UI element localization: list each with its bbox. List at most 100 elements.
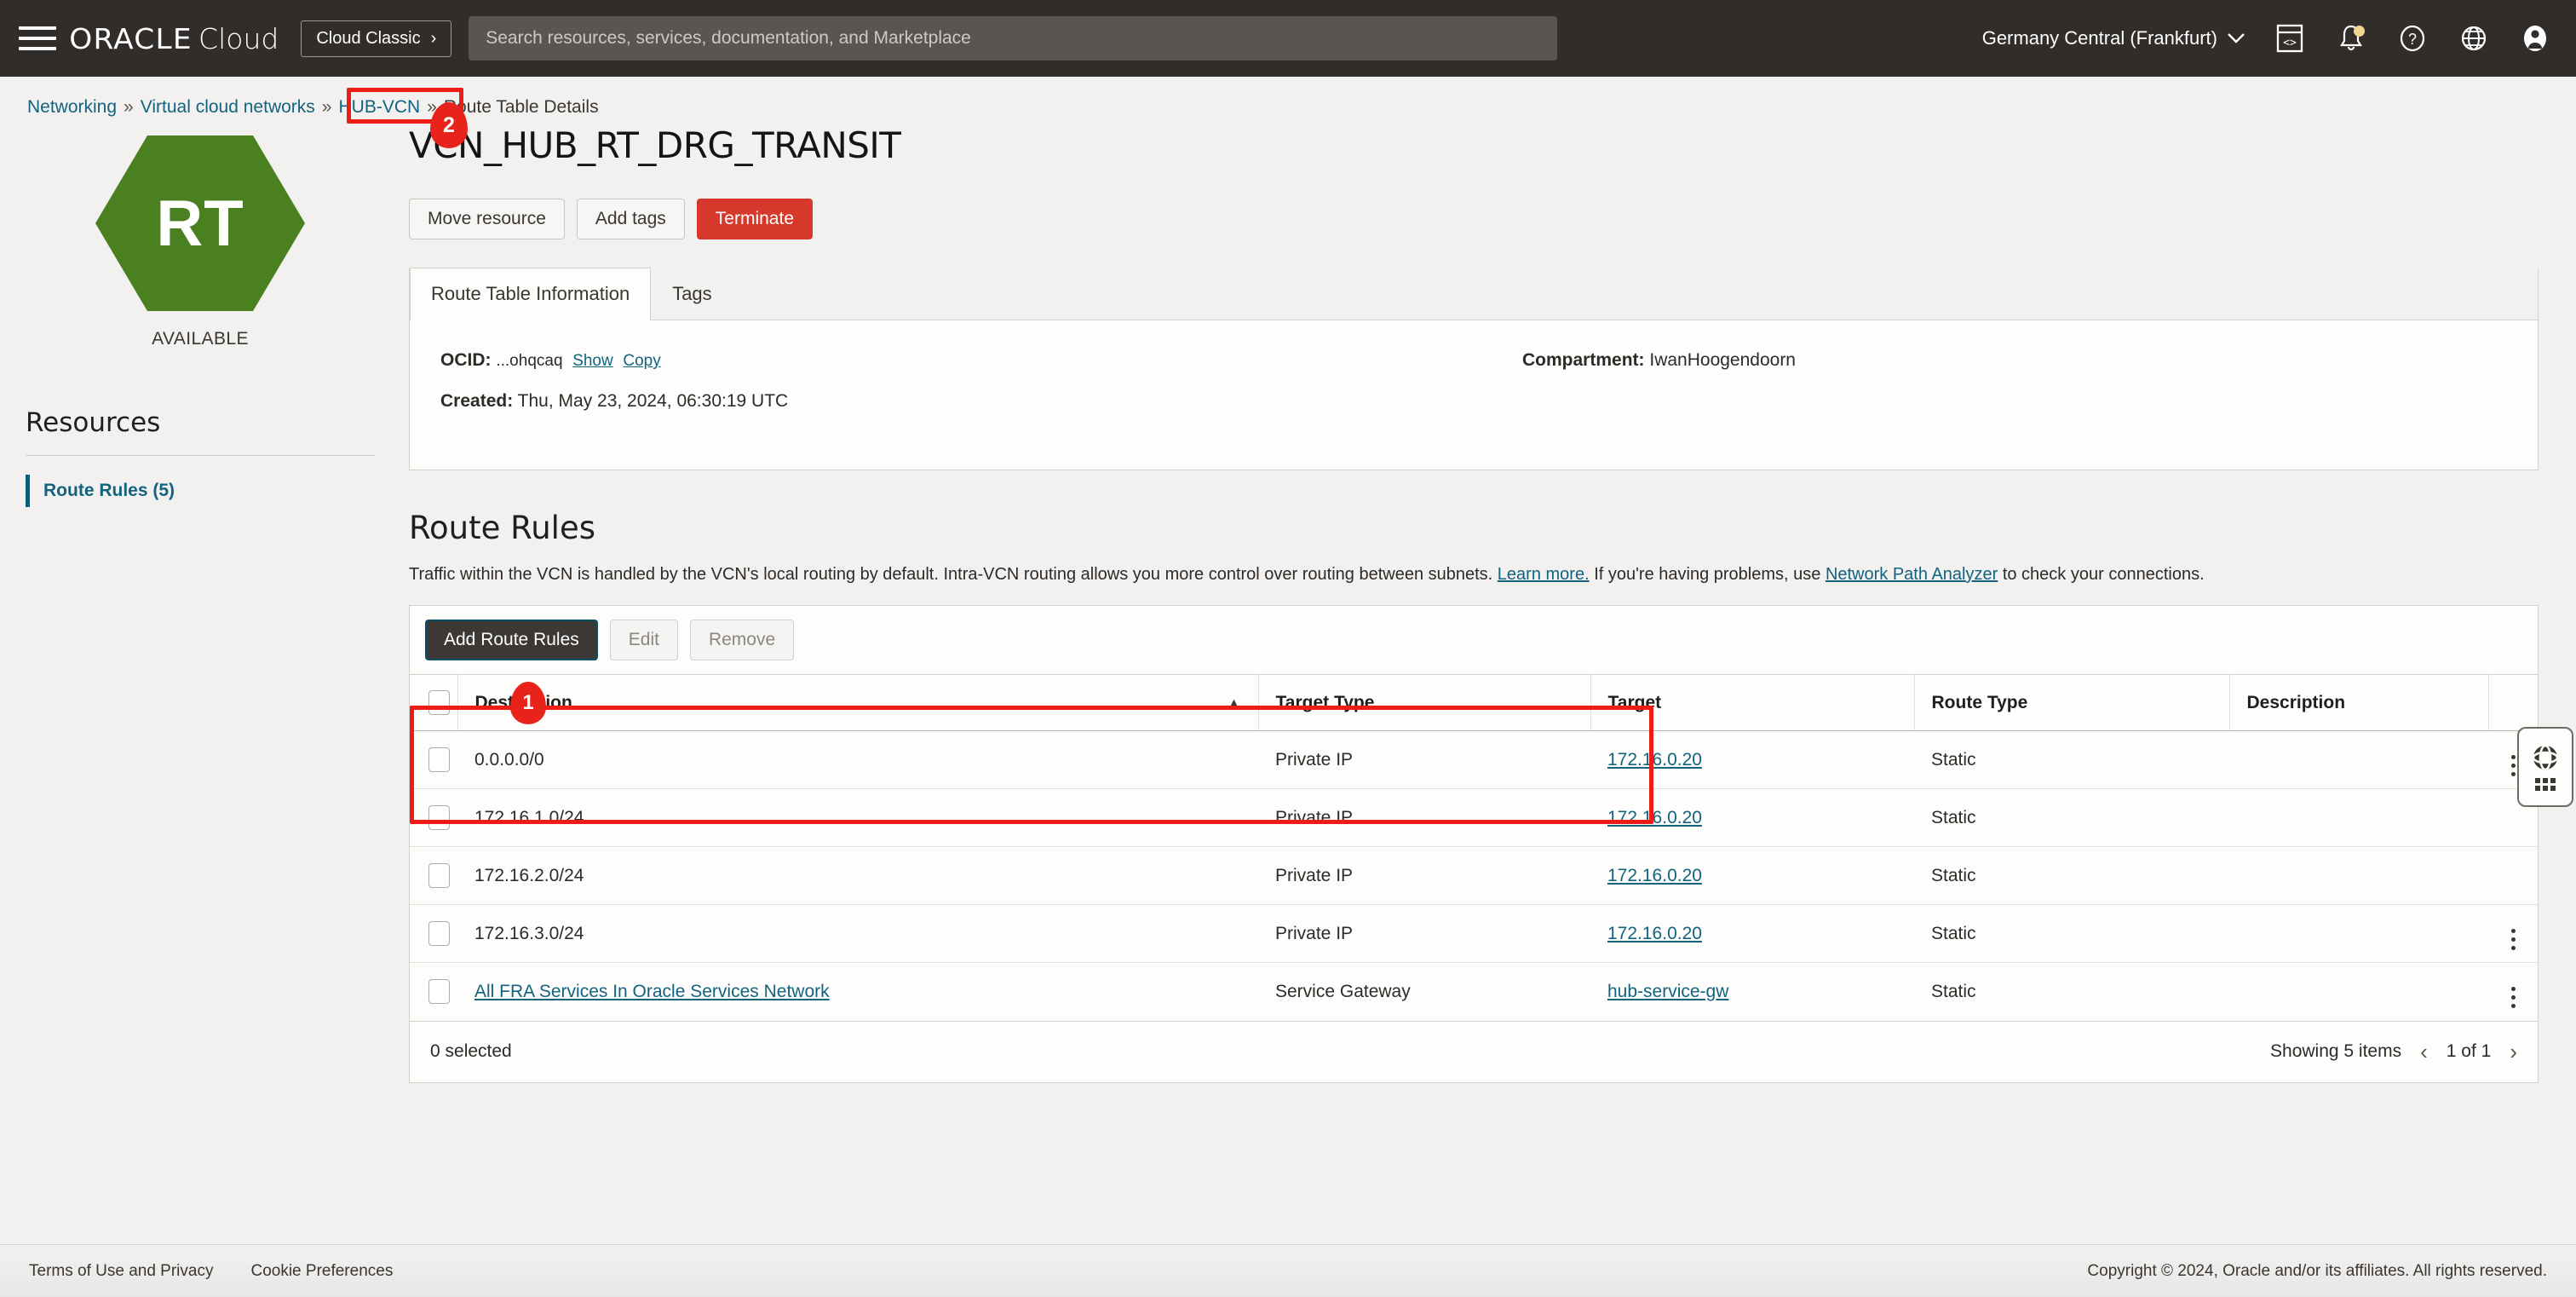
terminate-button[interactable]: Terminate [697,199,813,239]
breadcrumb-item-networking[interactable]: Networking [27,97,117,118]
route-rules-description: Traffic within the VCN is handled by the… [409,565,2539,585]
ocid-copy-link[interactable]: Copy [623,352,660,370]
user-avatar-icon[interactable] [2518,21,2552,55]
cell-destination: All FRA Services In Oracle Services Netw… [457,963,1258,1021]
target-link[interactable]: hub-service-gw [1607,982,1728,1001]
table-row[interactable]: 172.16.3.0/24 Private IP 172.16.0.20 Sta… [410,905,2538,963]
search-input[interactable] [486,28,1540,49]
top-bar-right-cluster: Germany Central (Frankfurt) <> ? [1982,21,2552,55]
table-toolbar: Add Route Rules Edit Remove [410,606,2538,674]
created-row: Created: Thu, May 23, 2024, 06:30:19 UTC [440,391,1522,412]
select-all-checkbox[interactable] [428,690,450,715]
row-select-cell [410,847,457,905]
target-link[interactable]: 172.16.0.20 [1607,750,1702,770]
oracle-cloud-logo[interactable]: ORACLE Cloud [72,22,279,55]
row-checkbox[interactable] [428,863,450,888]
previous-page-icon[interactable]: ‹ [2420,1039,2428,1065]
table-row[interactable]: 172.16.1.0/24 Private IP 172.16.0.20 Sta… [410,789,2538,847]
row-checkbox[interactable] [428,921,450,946]
cookie-preferences-link[interactable]: Cookie Preferences [250,1262,393,1281]
move-resource-button[interactable]: Move resource [409,199,565,239]
sort-ascending-icon: ▲ [1228,696,1241,712]
column-header-target[interactable]: Target [1590,675,1914,731]
row-checkbox[interactable] [428,805,450,830]
target-link[interactable]: 172.16.0.20 [1607,808,1702,827]
cell-target: hub-service-gw [1590,963,1914,1021]
terms-of-use-link[interactable]: Terms of Use and Privacy [29,1262,213,1281]
learn-more-link[interactable]: Learn more. [1498,565,1590,584]
language-globe-icon[interactable] [2457,21,2491,55]
network-path-analyzer-link[interactable]: Network Path Analyzer [1826,565,1998,584]
notifications-bell-icon[interactable] [2334,21,2368,55]
cloud-classic-button[interactable]: Cloud Classic › [301,20,451,57]
cell-description [2229,847,2488,905]
page-indicator: 1 of 1 [2447,1041,2492,1062]
select-all-header [410,675,457,731]
breadcrumb-item-route-table-details: Route Table Details [444,97,599,118]
global-search-bar[interactable] [469,16,1557,61]
add-tags-button[interactable]: Add tags [577,199,685,239]
cell-destination: 0.0.0.0/0 [457,731,1258,789]
lifebuoy-icon [2531,743,2560,772]
column-header-route-type[interactable]: Route Type [1914,675,2229,731]
main-content: VCN_HUB_RT_DRG_TRANSIT Move resource Add… [400,118,2576,1083]
cell-route-type: Static [1914,963,2229,1021]
page-action-buttons: Move resource Add tags Terminate [409,199,2539,239]
cloud-wordmark: Cloud [198,22,279,55]
row-select-cell [410,905,457,963]
table-row[interactable]: 0.0.0.0/0 Private IP 172.16.0.20 Static [410,731,2538,789]
breadcrumb-item-hub-vcn[interactable]: HUB-VCN [338,97,420,118]
row-menu-kebab-icon[interactable] [2488,987,2538,1008]
support-widget[interactable] [2517,727,2573,807]
help-question-icon[interactable]: ? [2395,21,2429,55]
add-route-rules-button[interactable]: Add Route Rules [425,620,598,660]
sidebar-item-route-rules[interactable]: Route Rules (5) [26,475,400,507]
row-menu-kebab-icon[interactable] [2488,929,2538,950]
region-selector[interactable]: Germany Central (Frankfurt) [1982,27,2245,49]
status-badge: AVAILABLE [0,329,400,349]
route-rules-table: Destination ▲ Target Type Target Route T… [410,674,2538,1021]
route-rules-heading: Route Rules [409,510,2539,546]
tab-route-table-information[interactable]: Route Table Information [410,268,651,320]
cell-actions [2488,905,2538,963]
top-navigation-bar: ORACLE Cloud Cloud Classic › Germany Cen… [0,0,2576,77]
table-row[interactable]: All FRA Services In Oracle Services Netw… [410,963,2538,1021]
row-checkbox[interactable] [428,747,450,772]
cell-target-type: Private IP [1258,905,1590,963]
page-footer: Terms of Use and Privacy Cookie Preferen… [0,1244,2576,1297]
row-checkbox[interactable] [428,979,450,1004]
cell-target: 172.16.0.20 [1590,789,1914,847]
remove-button[interactable]: Remove [690,620,794,660]
row-select-cell [410,731,457,789]
resources-divider [26,455,375,456]
card-body: OCID: ...ohqcaq Show Copy Created: Thu, … [410,321,2538,470]
page-title: VCN_HUB_RT_DRG_TRANSIT [409,124,2539,166]
destination-link[interactable]: All FRA Services In Oracle Services Netw… [474,982,830,1001]
breadcrumb-item-virtual-cloud-networks[interactable]: Virtual cloud networks [141,97,315,118]
cell-target-type: Service Gateway [1258,963,1590,1021]
cell-actions [2488,963,2538,1021]
cloud-shell-icon[interactable]: <> [2273,21,2307,55]
tab-tags[interactable]: Tags [651,268,733,320]
cell-target-type: Private IP [1258,847,1590,905]
column-header-target-type[interactable]: Target Type [1258,675,1590,731]
cell-target: 172.16.0.20 [1590,731,1914,789]
compartment-row: Compartment: IwanHoogendoorn [1522,350,2507,371]
cell-destination: 172.16.3.0/24 [457,905,1258,963]
next-page-icon[interactable]: › [2510,1039,2517,1065]
target-link[interactable]: 172.16.0.20 [1607,866,1702,885]
menu-hamburger-icon[interactable] [19,23,56,54]
cell-target: 172.16.0.20 [1590,905,1914,963]
edit-button[interactable]: Edit [610,620,678,660]
pagination: Showing 5 items ‹ 1 of 1 › [2270,1039,2517,1065]
table-body: 0.0.0.0/0 Private IP 172.16.0.20 Static … [410,731,2538,1021]
table-row[interactable]: 172.16.2.0/24 Private IP 172.16.0.20 Sta… [410,847,2538,905]
route-table-info-card: Route Table Information Tags OCID: ...oh… [409,268,2539,470]
column-header-destination[interactable]: Destination ▲ [457,675,1258,731]
table-head: Destination ▲ Target Type Target Route T… [410,675,2538,731]
column-header-description[interactable]: Description [2229,675,2488,731]
ocid-show-link[interactable]: Show [572,352,613,370]
target-link[interactable]: 172.16.0.20 [1607,924,1702,943]
resource-badge: RT [0,133,400,314]
chevron-down-icon [2227,32,2245,44]
